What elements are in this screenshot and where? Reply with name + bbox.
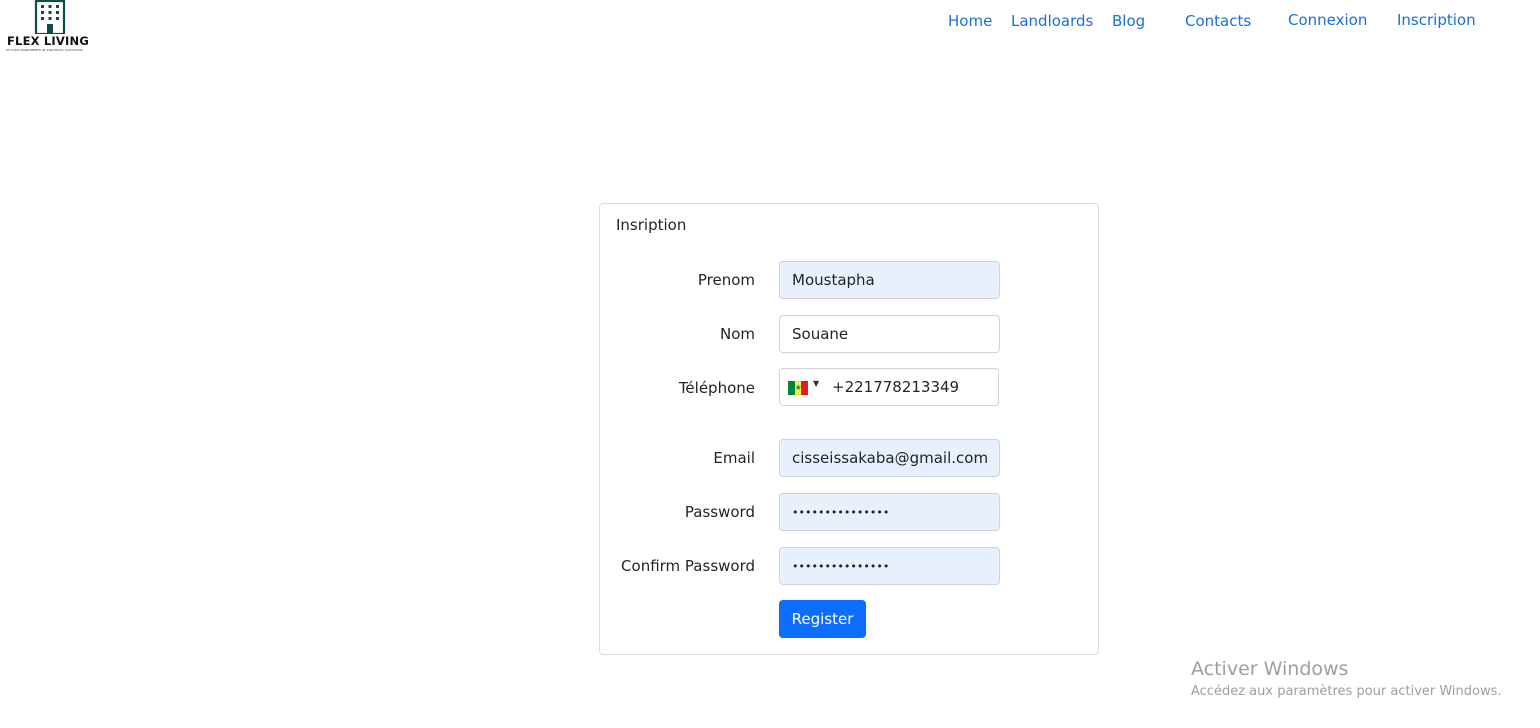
email-input[interactable]: [779, 439, 1000, 477]
registration-card: Insription Prenom Nom Téléphone ★ ▼ Emai…: [599, 203, 1099, 655]
password-label: Password: [684, 503, 755, 521]
confirm-password-label: Confirm Password: [621, 557, 755, 575]
register-button[interactable]: Register: [779, 600, 866, 638]
nav-inscription[interactable]: Inscription: [1397, 11, 1476, 29]
form-title: Insription: [616, 216, 687, 234]
senegal-flag-icon[interactable]: ★: [788, 381, 809, 395]
confirm-password-input[interactable]: [779, 547, 1000, 585]
windows-activation-subtitle: Accédez aux paramètres pour activer Wind…: [1191, 684, 1502, 699]
telephone-field: ★ ▼: [779, 368, 999, 406]
telephone-input[interactable]: [822, 369, 992, 405]
telephone-label: Téléphone: [678, 379, 755, 397]
nom-label: Nom: [719, 325, 755, 343]
nav-contacts[interactable]: Contacts: [1185, 12, 1251, 30]
nav-blog[interactable]: Blog: [1112, 12, 1145, 30]
brand-tagline: STYLISH APARTMENTS IN STRATEGIC LOCATION…: [6, 48, 83, 52]
prenom-label: Prenom: [697, 271, 755, 289]
nom-input[interactable]: [779, 315, 1000, 353]
brand-name: FLEX LIVING: [7, 34, 89, 48]
password-input[interactable]: [779, 493, 1000, 531]
windows-activation-title: Activer Windows: [1191, 658, 1349, 680]
building-icon: [34, 0, 66, 34]
nav-connexion[interactable]: Connexion: [1288, 11, 1367, 29]
nav-landloards[interactable]: Landloards: [1011, 12, 1093, 30]
chevron-down-icon[interactable]: ▼: [813, 379, 819, 388]
email-label: Email: [713, 449, 755, 467]
brand-logo[interactable]: FLEX LIVING STYLISH APARTMENTS IN STRATE…: [6, 0, 94, 54]
nav-home[interactable]: Home: [948, 12, 992, 30]
prenom-input[interactable]: [779, 261, 1000, 299]
